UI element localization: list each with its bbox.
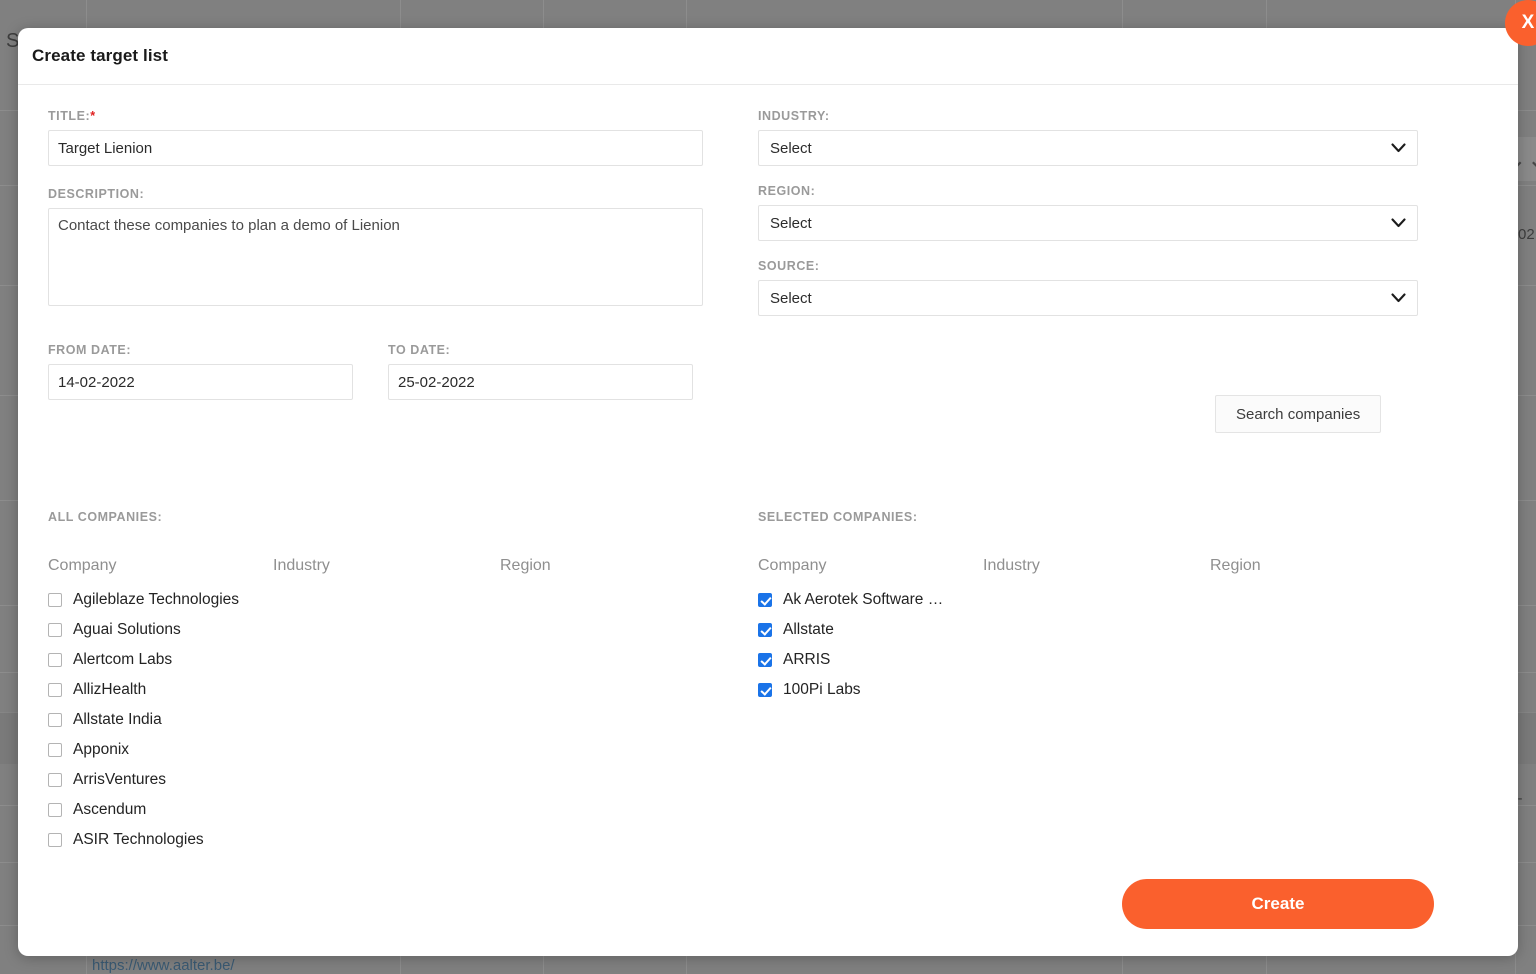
from-date-field-group: FROM DATE:: [48, 343, 353, 400]
company-name-cell: 100Pi Labs: [783, 681, 1008, 699]
column-header-company: Company: [48, 557, 273, 575]
modal-header: Create target list: [18, 28, 1518, 85]
company-checkbox[interactable]: [48, 743, 62, 757]
table-row[interactable]: Allstate: [758, 615, 1435, 645]
column-header-region: Region: [500, 557, 700, 575]
to-date-label: TO DATE:: [388, 343, 693, 357]
company-name-cell: Alertcom Labs: [73, 651, 298, 669]
company-checkbox[interactable]: [48, 713, 62, 727]
company-name-cell: AllizHealth: [73, 681, 298, 699]
page-title: Create target list: [32, 46, 168, 66]
company-checkbox[interactable]: [48, 833, 62, 847]
column-header-industry: Industry: [983, 557, 1210, 575]
company-name-cell: Ascendum: [73, 801, 298, 819]
create-button[interactable]: Create: [1122, 879, 1434, 929]
selected-companies-list: Ak Aerotek Software … Allstate ARRIS 100Pi …: [758, 585, 1435, 705]
company-name-cell: Aguai Solutions: [73, 621, 298, 639]
to-date-field-group: TO DATE:: [388, 343, 693, 400]
industry-select[interactable]: Select: [758, 130, 1418, 166]
company-checkbox[interactable]: [48, 593, 62, 607]
selected-companies-label: SELECTED COMPANIES:: [758, 510, 1435, 524]
description-field-group: DESCRIPTION: Contact these companies to …: [48, 187, 703, 311]
description-label: DESCRIPTION:: [48, 187, 703, 201]
to-date-input[interactable]: [388, 364, 693, 400]
all-companies-table-header: Company Industry Region: [48, 557, 725, 585]
company-name-cell: Apponix: [73, 741, 298, 759]
from-date-input[interactable]: [48, 364, 353, 400]
selected-companies-table-header: Company Industry Region: [758, 557, 1435, 585]
all-companies-list: Agileblaze Technologies Aguai Solutions Al…: [48, 585, 725, 855]
all-companies-section: ALL COMPANIES: Company Industry Region A…: [48, 510, 725, 855]
company-name-cell: Ak Aerotek Software …: [783, 591, 1008, 609]
required-asterisk: *: [90, 109, 95, 123]
table-row[interactable]: ASIR Technologies: [48, 825, 725, 855]
create-target-list-modal: X Create target list TITLE:* DESCRIPTION…: [18, 28, 1518, 956]
company-checkbox-checked[interactable]: [758, 683, 772, 697]
table-row[interactable]: ArrisVentures: [48, 765, 725, 795]
column-header-industry: Industry: [273, 557, 500, 575]
company-checkbox[interactable]: [48, 803, 62, 817]
all-companies-label: ALL COMPANIES:: [48, 510, 725, 524]
title-label: TITLE:*: [48, 109, 703, 123]
company-checkbox[interactable]: [48, 683, 62, 697]
title-field-group: TITLE:*: [48, 109, 703, 166]
source-field-group: SOURCE: Select: [758, 259, 1418, 316]
description-textarea[interactable]: Contact these companies to plan a demo o…: [48, 208, 703, 306]
from-date-label: FROM DATE:: [48, 343, 353, 357]
company-checkbox-checked[interactable]: [758, 653, 772, 667]
table-row[interactable]: Allstate India: [48, 705, 725, 735]
company-checkbox-checked[interactable]: [758, 623, 772, 637]
company-checkbox-checked[interactable]: [758, 593, 772, 607]
table-row[interactable]: 100Pi Labs: [758, 675, 1435, 705]
company-name-cell: Allstate: [783, 621, 1008, 639]
table-row[interactable]: Ascendum: [48, 795, 725, 825]
title-input[interactable]: [48, 130, 703, 166]
table-row[interactable]: Ak Aerotek Software …: [758, 585, 1435, 615]
table-row[interactable]: Alertcom Labs: [48, 645, 725, 675]
region-select[interactable]: Select: [758, 205, 1418, 241]
table-row[interactable]: Agileblaze Technologies: [48, 585, 725, 615]
source-select[interactable]: Select: [758, 280, 1418, 316]
bg-url-link[interactable]: https://www.aalter.be/: [92, 957, 235, 974]
bg-partial-year: 02: [1518, 226, 1535, 243]
table-row[interactable]: Aguai Solutions: [48, 615, 725, 645]
company-name-cell: Allstate India: [73, 711, 298, 729]
table-row[interactable]: Apponix: [48, 735, 725, 765]
region-field-group: REGION: Select: [758, 184, 1418, 241]
column-header-company: Company: [758, 557, 983, 575]
company-checkbox[interactable]: [48, 773, 62, 787]
company-name-cell: ArrisVentures: [73, 771, 298, 789]
search-companies-button[interactable]: Search companies: [1215, 395, 1381, 433]
column-header-region: Region: [1210, 557, 1410, 575]
source-label: SOURCE:: [758, 259, 1418, 273]
company-checkbox[interactable]: [48, 623, 62, 637]
table-row[interactable]: ARRIS: [758, 645, 1435, 675]
company-name-cell: Agileblaze Technologies: [73, 591, 298, 609]
table-row[interactable]: AllizHealth: [48, 675, 725, 705]
modal-body: TITLE:* DESCRIPTION: Contact these compa…: [18, 85, 1518, 955]
company-name-cell: ASIR Technologies: [73, 831, 298, 849]
industry-field-group: INDUSTRY: Select: [758, 109, 1418, 166]
region-label: REGION:: [758, 184, 1418, 198]
selected-companies-section: SELECTED COMPANIES: Company Industry Reg…: [758, 510, 1435, 705]
company-checkbox[interactable]: [48, 653, 62, 667]
industry-label: INDUSTRY:: [758, 109, 1418, 123]
company-name-cell: ARRIS: [783, 651, 1008, 669]
